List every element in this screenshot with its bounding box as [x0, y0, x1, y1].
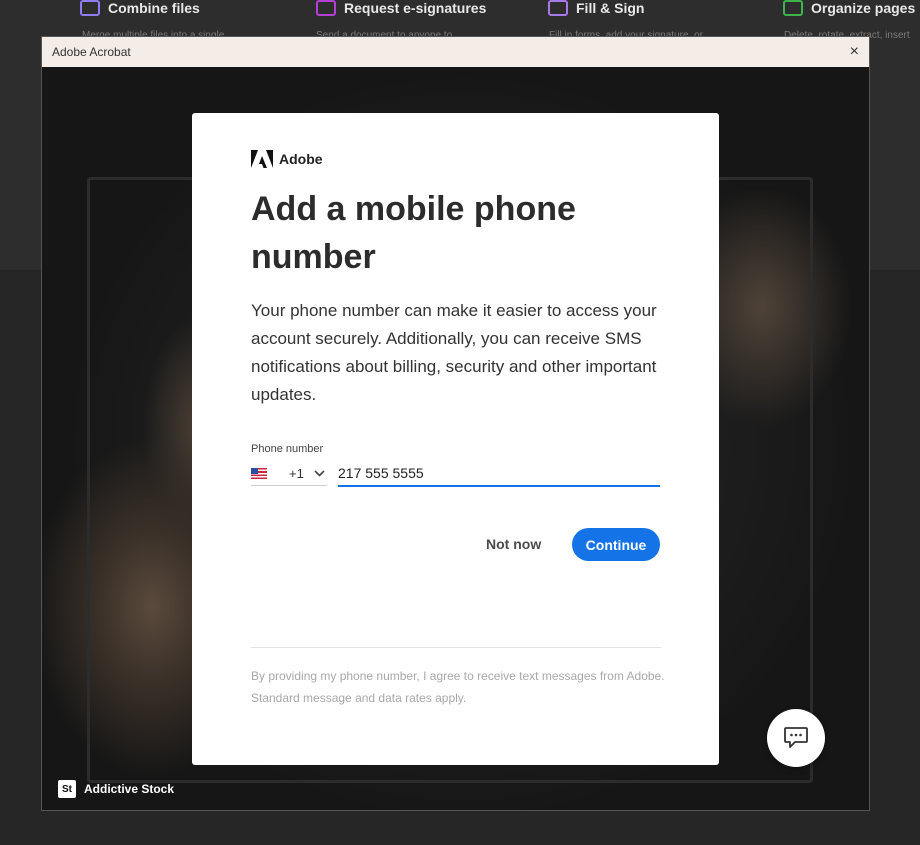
country-code: +1 [289, 465, 304, 481]
request-esign-icon [316, 0, 336, 16]
adobe-brand: Adobe [251, 150, 323, 168]
dialog-heading: Add a mobile phone number [251, 190, 576, 276]
window-titlebar: Adobe Acrobat × [42, 37, 869, 67]
tool-combine-files[interactable]: Combine files [80, 0, 200, 16]
chat-support-button[interactable] [767, 709, 825, 767]
phone-number-input[interactable] [338, 461, 660, 487]
chevron-down-icon [314, 469, 325, 477]
tool-label: Request e-signatures [344, 0, 487, 16]
tool-request-esignatures[interactable]: Request e-signatures [316, 0, 486, 16]
window-title: Adobe Acrobat [52, 45, 131, 59]
photo-credit-text: Addictive Stock [84, 782, 175, 796]
country-code-select[interactable]: +1 [251, 461, 327, 486]
photo-credit: St Addictive Stock [58, 780, 174, 798]
dialog-description: Your phone number can make it easier to … [251, 301, 657, 404]
adobe-logo-icon [251, 150, 273, 168]
close-icon[interactable]: × [850, 42, 859, 62]
legal-disclaimer: By providing my phone number, I agree to… [251, 669, 665, 705]
divider [251, 647, 661, 648]
phone-number-label: Phone number [251, 443, 324, 455]
continue-button[interactable]: Continue [572, 528, 660, 561]
add-phone-dialog: Adobe Add a mobile phone number Your pho… [192, 113, 719, 765]
adobe-stock-icon: St [58, 780, 76, 798]
combine-files-icon [80, 0, 100, 16]
tool-fill-sign[interactable]: Fill & Sign [548, 0, 644, 16]
chat-bubble-icon [784, 727, 808, 748]
organize-pages-icon [783, 0, 803, 16]
not-now-button[interactable]: Not now [474, 528, 553, 560]
fill-sign-icon [548, 0, 568, 16]
tool-label: Organize pages [811, 0, 916, 16]
tool-organize-pages[interactable]: Organize pages [783, 0, 915, 16]
tool-label: Fill & Sign [576, 0, 645, 16]
brand-name: Adobe [279, 151, 323, 167]
us-flag-icon [251, 467, 267, 479]
tool-label: Combine files [108, 0, 200, 16]
